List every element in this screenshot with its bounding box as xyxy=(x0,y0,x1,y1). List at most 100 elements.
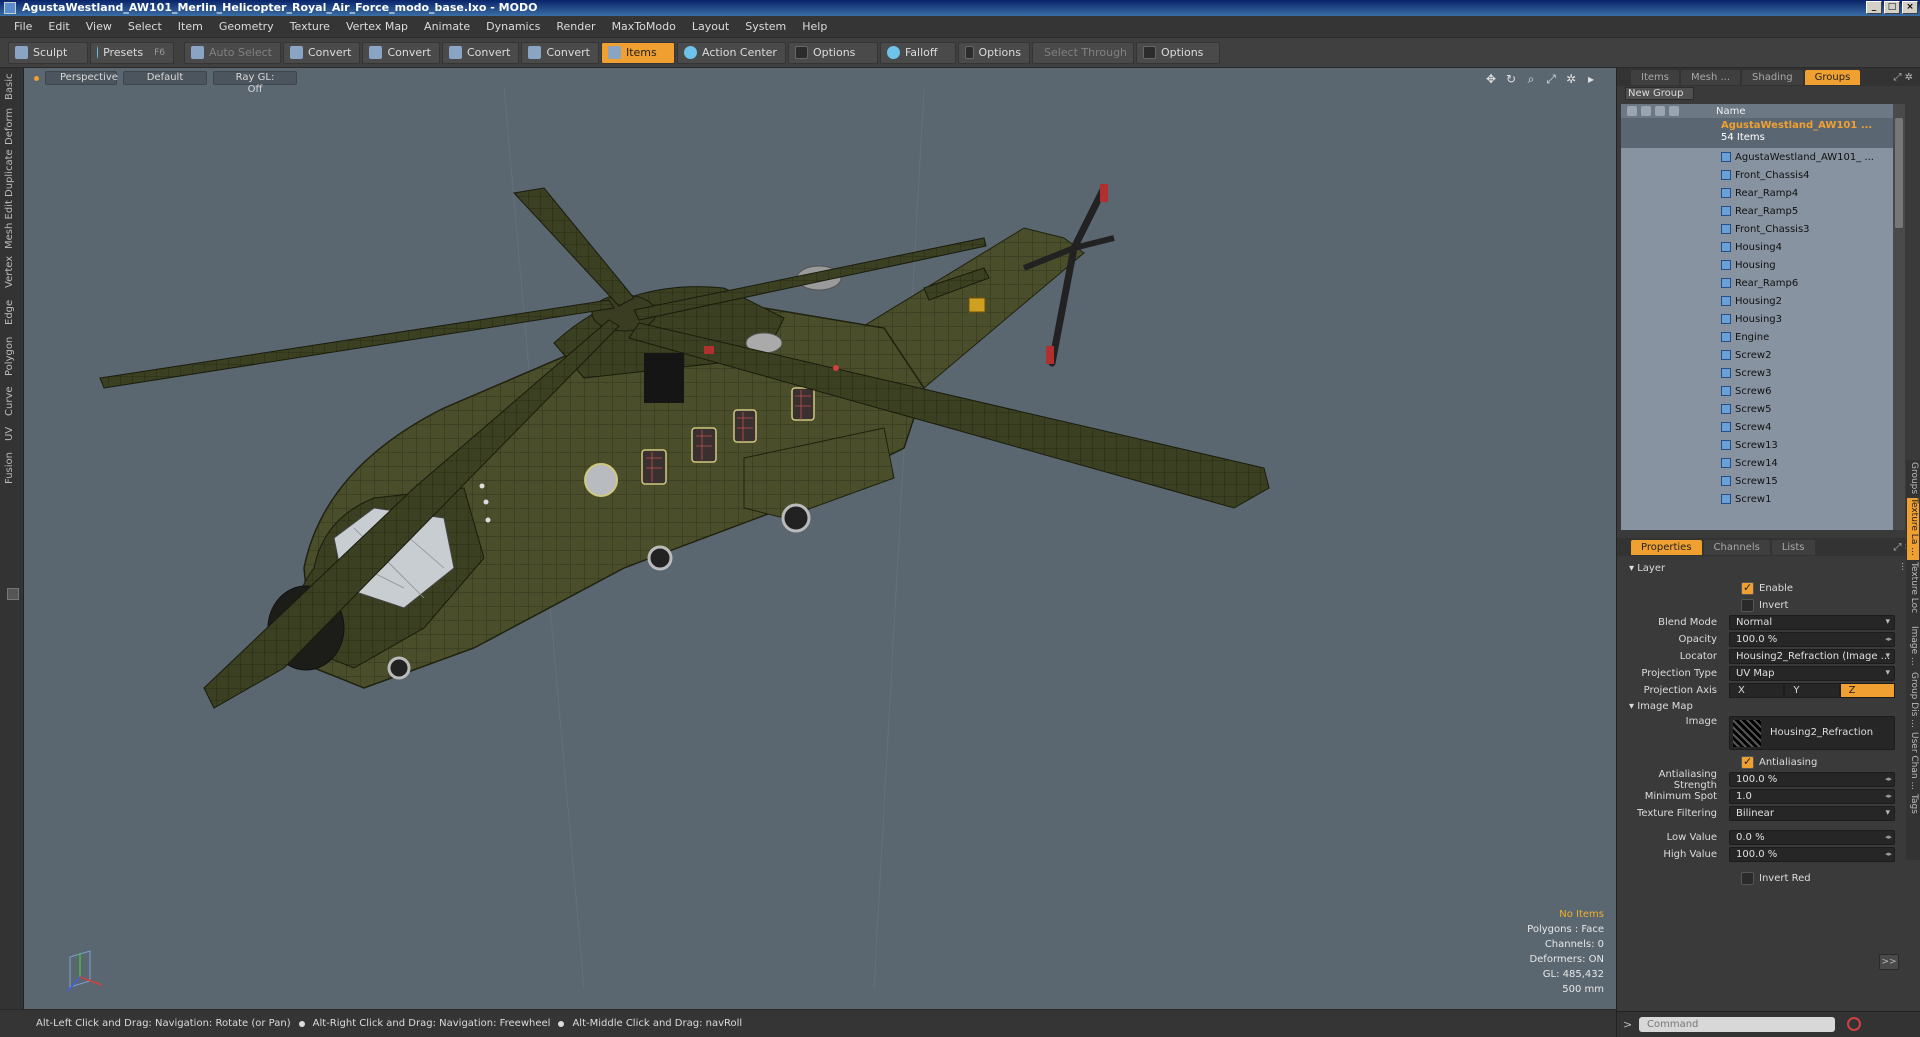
action-center-button[interactable]: Action Center xyxy=(676,41,786,64)
select-col-icon[interactable] xyxy=(1669,106,1679,116)
maximize-button[interactable]: □ xyxy=(1884,1,1900,14)
vtab-tags[interactable]: Tags xyxy=(1907,794,1919,822)
list-item[interactable]: Front_Chassis3 xyxy=(1621,220,1905,238)
group-row[interactable]: AgustaWestland_AW101 ... 54 Items xyxy=(1621,118,1905,148)
tab-duplicate[interactable]: Duplicate xyxy=(4,148,20,198)
select-through-button[interactable]: Select Through xyxy=(1031,41,1134,64)
tab-groups[interactable]: Groups xyxy=(1804,69,1861,85)
list-item[interactable]: Housing2 xyxy=(1621,292,1905,310)
menu-texture[interactable]: Texture xyxy=(282,20,338,33)
tab-properties[interactable]: Properties xyxy=(1631,539,1702,555)
3d-viewport[interactable]: Perspective Default Ray GL: Off ✥ ↻ ⌕ ⤢ … xyxy=(24,68,1616,1009)
view-type-dropdown[interactable]: Perspective xyxy=(45,71,118,85)
vtab-group-display[interactable]: Group Dis ... xyxy=(1907,672,1919,730)
minimize-button[interactable]: _ xyxy=(1866,1,1882,14)
list-item[interactable]: Housing4 xyxy=(1621,238,1905,256)
convert-button-3[interactable]: Convert xyxy=(441,41,520,64)
name-column-header[interactable]: Name xyxy=(1716,106,1746,117)
tab-mesh[interactable]: Mesh ... xyxy=(1680,69,1741,85)
list-item[interactable]: Screw2 xyxy=(1621,346,1905,364)
tab-polygon[interactable]: Polygon xyxy=(4,332,20,380)
list-item[interactable]: Screw6 xyxy=(1621,382,1905,400)
vtab-texture-layers[interactable]: Texture La ... xyxy=(1907,498,1919,560)
expand-button[interactable]: >> xyxy=(1879,954,1899,970)
texture-filtering-dropdown[interactable]: Bilinear xyxy=(1729,806,1895,821)
vtab-user-channels[interactable]: User Chan ... xyxy=(1907,732,1919,792)
shading-style-dropdown[interactable]: Default xyxy=(123,71,207,85)
antialiasing-checkbox[interactable] xyxy=(1741,755,1754,769)
menu-animate[interactable]: Animate xyxy=(416,20,478,33)
menu-file[interactable]: File xyxy=(6,20,40,33)
convert-button-2[interactable]: Convert xyxy=(362,41,440,64)
axis-x-button[interactable]: X xyxy=(1729,683,1785,698)
zoom-view-icon[interactable]: ⌕ xyxy=(1524,72,1538,86)
list-item[interactable]: Housing xyxy=(1621,256,1905,274)
menu-select[interactable]: Select xyxy=(120,20,170,33)
lock-icon[interactable] xyxy=(1663,125,1671,133)
invert-checkbox[interactable] xyxy=(1741,599,1754,612)
list-item[interactable]: AgustaWestland_AW101_ ... xyxy=(1621,148,1905,166)
opacity-field[interactable]: 100.0 % xyxy=(1729,632,1895,647)
vtab-texture-locator[interactable]: Texture Loc ... xyxy=(1899,562,1919,624)
maximize-view-icon[interactable]: ⤢ xyxy=(1544,72,1558,86)
auto-select-button[interactable]: Auto Select xyxy=(184,41,281,64)
list-item[interactable]: Front_Chassis4 xyxy=(1621,166,1905,184)
view-arrow-icon[interactable]: ▸ xyxy=(1584,72,1598,86)
menu-dynamics[interactable]: Dynamics xyxy=(478,20,548,33)
enable-checkbox[interactable] xyxy=(1741,581,1754,595)
menu-view[interactable]: View xyxy=(78,20,120,33)
projection-type-dropdown[interactable]: UV Map xyxy=(1729,666,1895,681)
list-item[interactable]: Engine xyxy=(1621,328,1905,346)
viewport-menu-dot[interactable] xyxy=(34,75,39,81)
new-group-button[interactable]: New Group xyxy=(1625,87,1695,100)
list-item[interactable]: Screw1 xyxy=(1621,490,1905,508)
groups-tree[interactable]: Name AgustaWestland_AW101 ... 54 Items Ag… xyxy=(1621,104,1905,530)
select-through-options-button[interactable]: Options xyxy=(1135,41,1220,64)
menu-system[interactable]: System xyxy=(737,20,794,33)
action-center-options-button[interactable]: Options xyxy=(787,41,878,64)
tab-shading[interactable]: Shading xyxy=(1742,69,1803,85)
menu-edit[interactable]: Edit xyxy=(40,20,77,33)
tab-uv[interactable]: UV xyxy=(4,422,20,446)
tab-channels[interactable]: Channels xyxy=(1703,539,1770,555)
menu-layout[interactable]: Layout xyxy=(684,20,737,33)
falloff-options-button[interactable]: Options xyxy=(957,41,1030,64)
blend-mode-dropdown[interactable]: Normal xyxy=(1729,615,1895,630)
tab-vertex[interactable]: Vertex xyxy=(4,252,20,292)
tab-fusion[interactable]: Fusion xyxy=(4,448,20,488)
panel-expand-icon[interactable]: ⤢ ✲ xyxy=(1893,72,1913,83)
convert-button-1[interactable]: Convert xyxy=(282,41,361,64)
menu-item[interactable]: Item xyxy=(170,20,211,33)
tab-mesh-edit[interactable]: Mesh Edit xyxy=(4,200,20,250)
list-item[interactable]: Housing3 xyxy=(1621,310,1905,328)
vtab-groups[interactable]: Groups xyxy=(1907,462,1919,496)
low-value-field[interactable]: 0.0 % xyxy=(1729,830,1895,845)
list-item[interactable]: Screw3 xyxy=(1621,364,1905,382)
convert-button-4[interactable]: Convert xyxy=(521,41,599,64)
menu-render[interactable]: Render xyxy=(548,20,603,33)
list-item[interactable]: Screw13 xyxy=(1621,436,1905,454)
list-item[interactable]: Screw15 xyxy=(1621,472,1905,490)
view-settings-icon[interactable]: ✲ xyxy=(1564,72,1578,86)
list-item[interactable]: Screw5 xyxy=(1621,400,1905,418)
high-value-field[interactable]: 100.0 % xyxy=(1729,847,1895,862)
presets-button[interactable]: Presets F6 xyxy=(90,41,174,64)
image-map-section-header[interactable]: ▾ Image Map xyxy=(1617,698,1693,716)
command-history-icon[interactable]: > xyxy=(1623,1018,1632,1031)
tree-scrollbar[interactable] xyxy=(1893,104,1905,530)
move-view-icon[interactable]: ✥ xyxy=(1484,72,1498,86)
list-item[interactable]: Screw14 xyxy=(1621,454,1905,472)
menu-vertex-map[interactable]: Vertex Map xyxy=(338,20,416,33)
command-input[interactable]: Command xyxy=(1639,1017,1835,1032)
eye-icon[interactable] xyxy=(1631,125,1639,133)
axis-y-button[interactable]: Y xyxy=(1784,683,1840,698)
items-mode-button[interactable]: Items xyxy=(600,41,675,64)
close-button[interactable]: × xyxy=(1902,1,1918,14)
invert-red-checkbox[interactable] xyxy=(1741,872,1754,885)
menu-help[interactable]: Help xyxy=(794,20,835,33)
min-spot-field[interactable]: 1.0 xyxy=(1729,789,1895,804)
vtab-image[interactable]: Image ... xyxy=(1907,626,1919,670)
list-item[interactable]: Screw4 xyxy=(1621,418,1905,436)
locator-dropdown[interactable]: Housing2_Refraction (Image ... xyxy=(1729,649,1895,664)
list-item[interactable]: Rear_Ramp4 xyxy=(1621,184,1905,202)
